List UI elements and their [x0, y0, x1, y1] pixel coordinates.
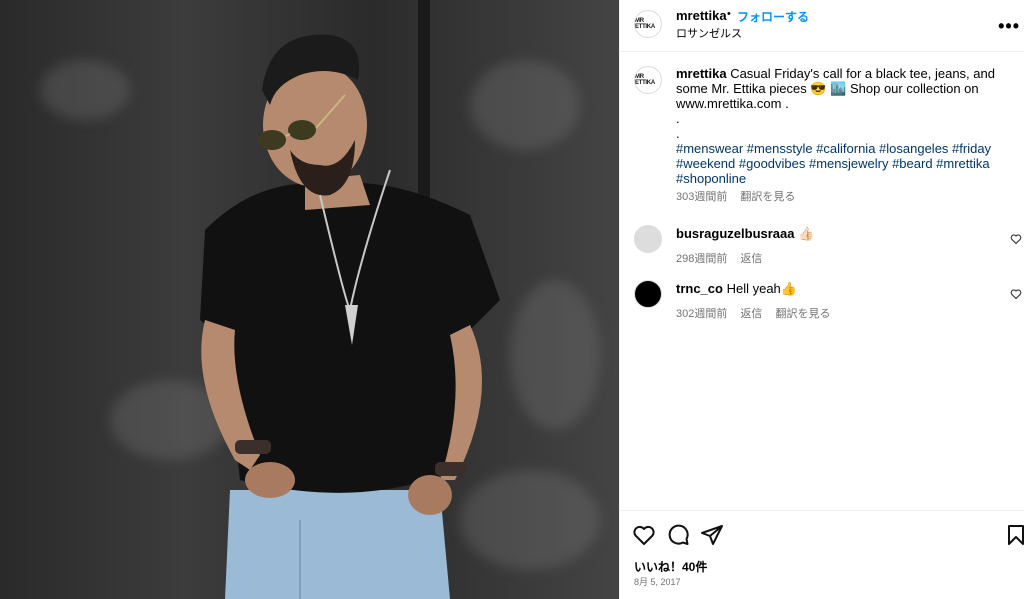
comment-icon[interactable] — [666, 523, 690, 547]
comment-reply-button[interactable]: 返信 — [740, 308, 762, 320]
share-icon[interactable] — [700, 523, 724, 547]
comment-item: busraguzelbusraaa 👍🏻 298週間前 返信 — [676, 226, 1016, 266]
likes-count[interactable]: いいね！40件 — [634, 558, 707, 575]
more-options-icon[interactable]: ••• — [998, 16, 1020, 37]
comment-reply-button[interactable]: 返信 — [740, 253, 762, 265]
caption-hashtags[interactable]: #menswear #mensstyle #california #losang… — [676, 141, 1016, 186]
caption-translate-link[interactable]: 翻訳を見る — [740, 191, 795, 203]
author-username[interactable]: mrettika — [676, 8, 727, 23]
caption-timestamp[interactable]: 303週間前 — [676, 191, 727, 203]
post-photo[interactable] — [0, 0, 619, 599]
commenter-avatar[interactable] — [634, 225, 662, 253]
comment-username[interactable]: trnc_co — [676, 281, 723, 296]
commenter-avatar[interactable] — [634, 280, 662, 308]
separator-dot: • — [727, 8, 731, 20]
post-header: MR ETTIKA mrettika • フォローする ロサンゼルス ••• — [620, 0, 1024, 52]
location-link[interactable]: ロサンゼルス — [676, 25, 742, 41]
caption-avatar[interactable]: MR ETTIKA — [634, 66, 662, 94]
heart-icon[interactable] — [632, 523, 656, 547]
comment-text: Hell yeah👍 — [722, 281, 797, 296]
post-date[interactable]: 8月 5, 2017 — [634, 575, 681, 588]
comment-username[interactable]: busraguzelbusraaa — [676, 226, 795, 241]
comment-like-heart-icon[interactable] — [1010, 288, 1022, 300]
post-side-panel: MR ETTIKA mrettika • フォローする ロサンゼルス ••• M… — [619, 0, 1024, 599]
caption-dot: . — [676, 111, 680, 126]
caption-username[interactable]: mrettika — [676, 66, 727, 81]
follow-button[interactable]: フォローする — [737, 8, 809, 25]
post-actions-bar: いいね！40件 8月 5, 2017 — [620, 510, 1024, 599]
comment-timestamp[interactable]: 298週間前 — [676, 253, 727, 265]
comment-translate-link[interactable]: 翻訳を見る — [775, 308, 830, 320]
author-avatar[interactable]: MR ETTIKA — [634, 10, 662, 38]
man-figure — [200, 34, 500, 599]
caption-dot: . — [676, 126, 680, 141]
comment-item: trnc_co Hell yeah👍 302週間前 返信 翻訳を見る — [676, 281, 1016, 321]
comment-timestamp[interactable]: 302週間前 — [676, 308, 727, 320]
bookmark-icon[interactable] — [1004, 523, 1024, 547]
comment-text: 👍🏻 — [794, 226, 815, 241]
post-caption: mrettika Casual Friday's call for a blac… — [676, 66, 1016, 205]
comment-like-heart-icon[interactable] — [1010, 233, 1022, 245]
